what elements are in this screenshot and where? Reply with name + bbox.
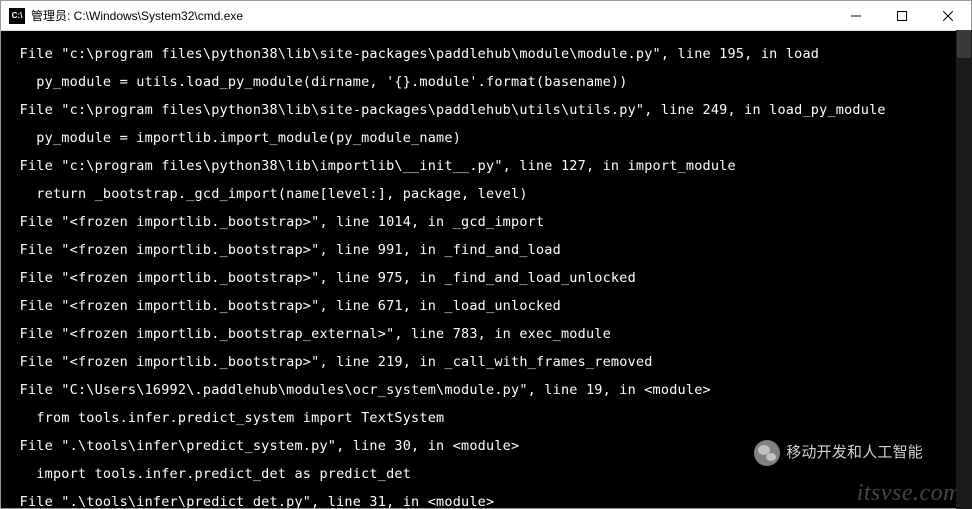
- titlebar[interactable]: C:\ 管理员: C:\Windows\System32\cmd.exe: [1, 1, 971, 31]
- window-title: 管理员: C:\Windows\System32\cmd.exe: [31, 7, 833, 24]
- traceback-line: File "<frozen importlib._bootstrap_exter…: [3, 327, 971, 341]
- wechat-text: 移动开发和人工智能: [786, 446, 923, 460]
- traceback-line: File "<frozen importlib._bootstrap>", li…: [3, 215, 971, 229]
- traceback-line: File "<frozen importlib._bootstrap>", li…: [3, 299, 971, 313]
- wechat-icon: [754, 440, 780, 466]
- watermark: itsvse.com: [857, 486, 961, 500]
- minimize-button[interactable]: [833, 1, 879, 30]
- traceback-line: py_module = utils.load_py_module(dirname…: [3, 75, 971, 89]
- scrollbar-thumb[interactable]: [957, 30, 971, 58]
- cmd-icon: C:\: [9, 8, 25, 24]
- traceback-line: File "<frozen importlib._bootstrap>", li…: [3, 355, 971, 369]
- traceback-line: File "c:\program files\python38\lib\impo…: [3, 159, 971, 173]
- traceback-line: File "c:\program files\python38\lib\site…: [3, 47, 971, 61]
- traceback-line: File "<frozen importlib._bootstrap>", li…: [3, 271, 971, 285]
- traceback-line: from tools.infer.predict_system import T…: [3, 411, 971, 425]
- terminal-output[interactable]: File "c:\program files\python38\lib\site…: [1, 31, 971, 508]
- traceback-line: py_module = importlib.import_module(py_m…: [3, 131, 971, 145]
- traceback-line: File ".\tools\infer\predict_det.py", lin…: [3, 495, 971, 508]
- maximize-button[interactable]: [879, 1, 925, 30]
- wechat-overlay: 移动开发和人工智能: [754, 440, 923, 466]
- traceback-line: File "<frozen importlib._bootstrap>", li…: [3, 243, 971, 257]
- vertical-scrollbar[interactable]: [956, 30, 972, 509]
- cmd-window: C:\ 管理员: C:\Windows\System32\cmd.exe Fil…: [0, 0, 972, 509]
- window-controls: [833, 1, 971, 30]
- traceback-line: import tools.infer.predict_det as predic…: [3, 467, 971, 481]
- traceback-line: File "C:\Users\16992\.paddlehub\modules\…: [3, 383, 971, 397]
- traceback-line: File "c:\program files\python38\lib\site…: [3, 103, 971, 117]
- traceback-line: return _bootstrap._gcd_import(name[level…: [3, 187, 971, 201]
- close-button[interactable]: [925, 1, 971, 30]
